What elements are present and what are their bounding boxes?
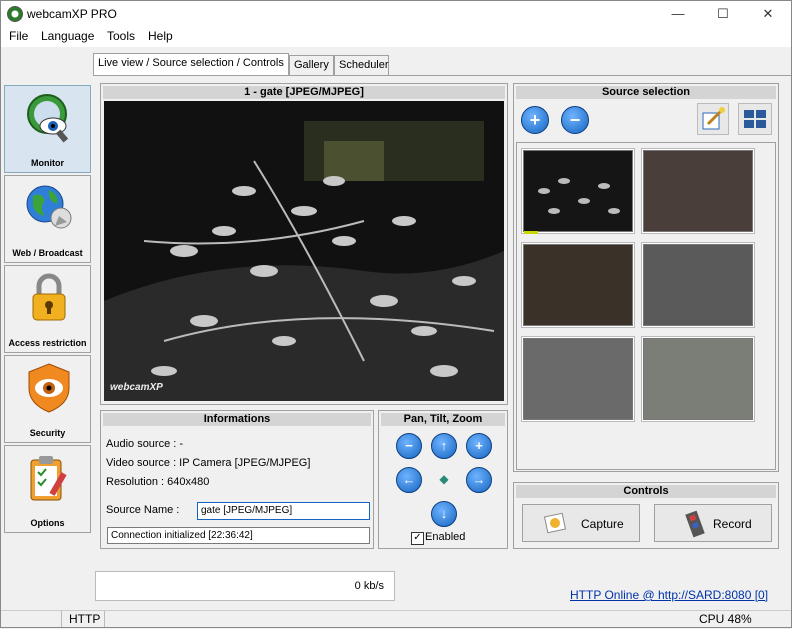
security-shield-eye-icon — [28, 363, 70, 413]
http-online-link[interactable]: HTTP Online @ http://SARD:8080 [0] — [570, 588, 768, 602]
arrow-left-icon[interactable]: ← — [396, 467, 422, 493]
menu-help[interactable]: Help — [148, 29, 173, 43]
ptz-enabled-label: Enabled — [425, 531, 466, 543]
grid-layout-icon — [744, 110, 766, 128]
close-button[interactable]: ✕ — [745, 1, 791, 27]
night-camera-image — [104, 101, 504, 401]
informations-panel: Informations Audio source : - Video sour… — [100, 410, 374, 549]
arrow-up-icon[interactable]: ↑ — [431, 433, 457, 459]
status-bar — [1, 610, 791, 629]
ptz-center-icon[interactable]: ◆ — [436, 472, 452, 488]
thumbnail-frame-2[interactable] — [641, 148, 755, 234]
source-properties-button[interactable] — [697, 103, 729, 135]
capture-label: Capture — [581, 517, 624, 531]
statusbar-cpu: CPU 48% — [699, 612, 752, 626]
live-view-title: 1 - gate [JPEG/MJPEG] — [103, 86, 505, 99]
tab-gallery[interactable]: Gallery — [289, 55, 334, 75]
sidebar-item-monitor[interactable]: Monitor — [4, 85, 91, 173]
webcamxp-watermark: webcamXP — [110, 382, 163, 393]
thumbnail-1 — [523, 150, 633, 232]
thumbnail-frame-4[interactable] — [641, 242, 755, 328]
menu-file[interactable]: File — [9, 29, 28, 43]
ptz-panel: Pan, Tilt, Zoom − ↑ + ← ◆ → ↓ ✓ Enabled — [378, 410, 508, 549]
add-source-icon[interactable]: + — [521, 106, 549, 134]
tab-scheduler[interactable]: Scheduler — [334, 55, 389, 75]
statusbar-divider-1 — [61, 611, 62, 627]
zoom-out-icon[interactable]: − — [396, 433, 422, 459]
arrow-down-icon[interactable]: ↓ — [431, 501, 457, 527]
window-title: webcamXP PRO — [27, 7, 117, 21]
thumbnail-6 — [643, 338, 753, 420]
statusbar-protocol: HTTP — [69, 612, 101, 626]
app-window: webcamXP PRO — ☐ ✕ File Language Tools H… — [0, 0, 792, 628]
active-source-indicator — [524, 231, 538, 234]
source-selection-heading: Source selection — [516, 86, 776, 99]
webcamxp-app-icon — [7, 6, 23, 22]
thumbnail-4 — [643, 244, 753, 326]
capture-photo-icon — [543, 512, 567, 534]
thumbnail-2 — [643, 150, 753, 232]
zoom-in-icon[interactable]: + — [466, 433, 492, 459]
arrow-right-icon[interactable]: → — [466, 467, 492, 493]
remove-source-icon[interactable]: − — [561, 106, 589, 134]
record-button[interactable]: Record — [654, 504, 772, 542]
statusbar-divider-2 — [104, 611, 105, 627]
controls-heading: Controls — [516, 485, 776, 498]
resolution-text: Resolution : 640x480 — [106, 476, 210, 488]
sidebar-label-security: Security — [29, 428, 66, 438]
live-video-frame[interactable]: webcamXP — [104, 101, 504, 401]
sidebar-label-monitor: Monitor — [31, 158, 64, 168]
padlock-icon — [32, 273, 66, 321]
sidebar-item-options[interactable]: Options — [4, 445, 91, 533]
grid-layout-button[interactable] — [738, 103, 772, 135]
thumbnail-5 — [523, 338, 633, 420]
sidebar-item-access-restriction[interactable]: Access restriction — [4, 265, 91, 353]
sidebar: Monitor Web / Broadcast Access restricti… — [4, 85, 92, 533]
clipboard-options-icon — [30, 456, 67, 501]
menu-language[interactable]: Language — [41, 29, 94, 43]
bandwidth-text: 0 kb/s — [354, 580, 384, 592]
source-name-label: Source Name : — [106, 504, 180, 516]
thumbnail-3 — [523, 244, 633, 326]
connection-status-field: Connection initialized [22:36:42] — [107, 527, 370, 544]
properties-wand-icon — [702, 107, 725, 130]
bandwidth-box: 0 kb/s — [95, 571, 395, 601]
sidebar-label-access-restriction: Access restriction — [8, 338, 87, 348]
ptz-heading: Pan, Tilt, Zoom — [381, 413, 505, 426]
minimize-button[interactable]: — — [655, 1, 701, 27]
sidebar-item-security[interactable]: Security — [4, 355, 91, 443]
menu-tools[interactable]: Tools — [107, 29, 135, 43]
sidebar-label-options: Options — [30, 518, 65, 528]
thumbnail-frame-3[interactable] — [521, 242, 635, 328]
maximize-button[interactable]: ☐ — [700, 1, 746, 27]
thumbnail-frame-1[interactable] — [521, 148, 635, 234]
tab-live-view[interactable]: Live view / Source selection / Controls — [93, 53, 289, 75]
source-name-input[interactable]: gate [JPEG/MJPEG] — [197, 502, 370, 520]
monitor-eye-icon — [27, 94, 69, 143]
thumbnail-frame-5[interactable] — [521, 336, 635, 422]
tab-strip: Live view / Source selection / Controls … — [93, 53, 792, 75]
sidebar-item-web-broadcast[interactable]: Web / Broadcast — [4, 175, 91, 263]
audio-source-text: Audio source : - — [106, 438, 184, 450]
film-reel-icon — [685, 510, 705, 538]
record-label: Record — [713, 517, 752, 531]
capture-button[interactable]: Capture — [522, 504, 640, 542]
thumbnail-frame-6[interactable] — [641, 336, 755, 422]
ptz-enabled-checkbox[interactable]: ✓ — [411, 532, 424, 545]
video-source-text: Video source : IP Camera [JPEG/MJPEG] — [106, 457, 311, 469]
sidebar-label-web-broadcast: Web / Broadcast — [12, 248, 83, 258]
globe-broadcast-icon — [26, 185, 72, 229]
informations-heading: Informations — [103, 413, 371, 426]
